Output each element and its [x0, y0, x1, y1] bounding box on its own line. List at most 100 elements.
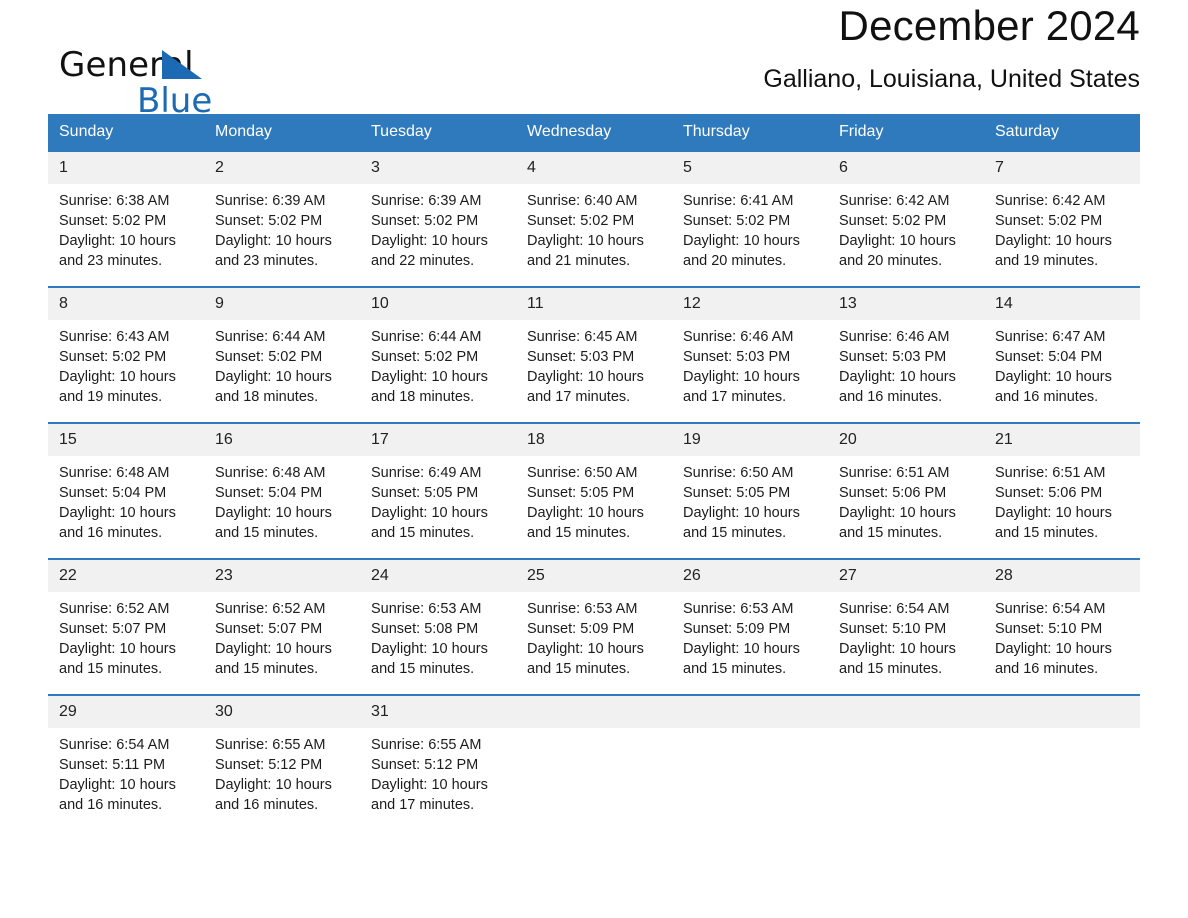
calendar-day[interactable]: 14 Sunrise: 6:47 AM Sunset: 5:04 PM Dayligh… — [984, 288, 1140, 422]
sunrise-sunset-calendar: Sunday Monday Tuesday Wednesday Thursday… — [48, 114, 1140, 815]
daylight-text-line1: Daylight: 10 hours — [371, 641, 488, 657]
day-number: 1 — [48, 152, 204, 184]
calendar-day[interactable]: 10 Sunrise: 6:44 AM Sunset: 5:02 PM Dayligh… — [360, 288, 516, 422]
calendar-day[interactable]: 1 Sunrise: 6:38 AM Sunset: 5:02 PM Daylight… — [48, 152, 204, 286]
calendar-day[interactable]: 2 Sunrise: 6:39 AM Sunset: 5:02 PM Daylight… — [204, 152, 360, 286]
daylight-text-line2: and 23 minutes. — [59, 253, 163, 269]
sunset-text: Sunset: 5:05 PM — [371, 485, 479, 501]
calendar-day[interactable]: 11 Sunrise: 6:45 AM Sunset: 5:03 PM Dayligh… — [516, 288, 672, 422]
sunrise-text: Sunrise: 6:54 AM — [839, 601, 950, 617]
daylight-text-line1: Daylight: 10 hours — [995, 233, 1112, 249]
calendar-day[interactable]: 18 Sunrise: 6:50 AM Sunset: 5:05 PM Dayligh… — [516, 424, 672, 558]
daylight-text-line1: Daylight: 10 hours — [215, 641, 332, 657]
calendar-day[interactable]: 8 Sunrise: 6:43 AM Sunset: 5:02 PM Daylight… — [48, 288, 204, 422]
day-number: 2 — [204, 152, 360, 184]
day-details: Sunrise: 6:38 AM Sunset: 5:02 PM Daylight:… — [48, 184, 204, 271]
daylight-text-line1: Daylight: 10 hours — [839, 369, 956, 385]
sunset-text: Sunset: 5:10 PM — [839, 621, 947, 637]
title-block: December 2024 Galliano, Louisiana, Unite… — [763, 0, 1140, 94]
calendar-day[interactable]: 16 Sunrise: 6:48 AM Sunset: 5:04 PM Dayligh… — [204, 424, 360, 558]
daylight-text-line2: and 19 minutes. — [995, 253, 1099, 269]
day-number: 3 — [360, 152, 516, 184]
sunrise-text: Sunrise: 6:39 AM — [215, 193, 326, 209]
sunrise-text: Sunrise: 6:43 AM — [59, 329, 170, 345]
day-number: 4 — [516, 152, 672, 184]
day-number — [672, 696, 828, 728]
sunset-text: Sunset: 5:05 PM — [683, 485, 791, 501]
calendar-day[interactable]: 5 Sunrise: 6:41 AM Sunset: 5:02 PM Daylight… — [672, 152, 828, 286]
day-details: Sunrise: 6:54 AM Sunset: 5:10 PM Daylight:… — [984, 592, 1140, 679]
sunset-text: Sunset: 5:09 PM — [683, 621, 791, 637]
day-number: 30 — [204, 696, 360, 728]
generalblue-logo[interactable]: General Blue — [59, 47, 349, 120]
calendar-day[interactable]: 23 Sunrise: 6:52 AM Sunset: 5:07 PM Dayligh… — [204, 560, 360, 694]
sunset-text: Sunset: 5:06 PM — [995, 485, 1103, 501]
daylight-text-line1: Daylight: 10 hours — [839, 233, 956, 249]
sunset-text: Sunset: 5:04 PM — [995, 349, 1103, 365]
day-number: 19 — [672, 424, 828, 456]
sunrise-text: Sunrise: 6:44 AM — [371, 329, 482, 345]
sunset-text: Sunset: 5:02 PM — [839, 213, 947, 229]
calendar-day[interactable]: 28 Sunrise: 6:54 AM Sunset: 5:10 PM Dayligh… — [984, 560, 1140, 694]
calendar-day-cell: 8 Sunrise: 6:43 AM Sunset: 5:02 PM Daylight… — [48, 286, 204, 423]
day-details: Sunrise: 6:50 AM Sunset: 5:05 PM Daylight:… — [516, 456, 672, 543]
calendar-day[interactable]: 4 Sunrise: 6:40 AM Sunset: 5:02 PM Daylight… — [516, 152, 672, 286]
day-number: 27 — [828, 560, 984, 592]
daylight-text-line1: Daylight: 10 hours — [59, 777, 176, 793]
day-details: Sunrise: 6:45 AM Sunset: 5:03 PM Daylight:… — [516, 320, 672, 407]
sunrise-text: Sunrise: 6:40 AM — [527, 193, 638, 209]
day-details: Sunrise: 6:47 AM Sunset: 5:04 PM Daylight:… — [984, 320, 1140, 407]
calendar-day[interactable]: 12 Sunrise: 6:46 AM Sunset: 5:03 PM Dayligh… — [672, 288, 828, 422]
calendar-day[interactable]: 31 Sunrise: 6:55 AM Sunset: 5:12 PM Dayligh… — [360, 696, 516, 815]
calendar-day[interactable]: 3 Sunrise: 6:39 AM Sunset: 5:02 PM Daylight… — [360, 152, 516, 286]
calendar-day[interactable]: 20 Sunrise: 6:51 AM Sunset: 5:06 PM Dayligh… — [828, 424, 984, 558]
sunset-text: Sunset: 5:04 PM — [215, 485, 323, 501]
calendar-day[interactable]: 9 Sunrise: 6:44 AM Sunset: 5:02 PM Daylight… — [204, 288, 360, 422]
day-number: 22 — [48, 560, 204, 592]
calendar-day[interactable]: 24 Sunrise: 6:53 AM Sunset: 5:08 PM Dayligh… — [360, 560, 516, 694]
daylight-text-line2: and 15 minutes. — [527, 525, 631, 541]
calendar-day[interactable]: 6 Sunrise: 6:42 AM Sunset: 5:02 PM Daylight… — [828, 152, 984, 286]
calendar-day[interactable]: 30 Sunrise: 6:55 AM Sunset: 5:12 PM Dayligh… — [204, 696, 360, 815]
sunrise-text: Sunrise: 6:52 AM — [59, 601, 170, 617]
day-details: Sunrise: 6:46 AM Sunset: 5:03 PM Daylight:… — [828, 320, 984, 407]
calendar-day[interactable]: 7 Sunrise: 6:42 AM Sunset: 5:02 PM Daylight… — [984, 152, 1140, 286]
daylight-text-line1: Daylight: 10 hours — [683, 369, 800, 385]
sunrise-text: Sunrise: 6:53 AM — [371, 601, 482, 617]
calendar-day-cell — [672, 694, 828, 815]
calendar-day-cell: 29 Sunrise: 6:54 AM Sunset: 5:11 PM Dayligh… — [48, 694, 204, 815]
calendar-day[interactable]: 26 Sunrise: 6:53 AM Sunset: 5:09 PM Dayligh… — [672, 560, 828, 694]
daylight-text-line2: and 15 minutes. — [839, 661, 943, 677]
logo-line-general: General — [59, 47, 349, 84]
calendar-day-cell: 5 Sunrise: 6:41 AM Sunset: 5:02 PM Daylight… — [672, 150, 828, 287]
daylight-text-line2: and 16 minutes. — [59, 797, 163, 813]
calendar-day-cell: 6 Sunrise: 6:42 AM Sunset: 5:02 PM Daylight… — [828, 150, 984, 287]
calendar-day[interactable]: 25 Sunrise: 6:53 AM Sunset: 5:09 PM Dayligh… — [516, 560, 672, 694]
daylight-text-line1: Daylight: 10 hours — [839, 505, 956, 521]
sunset-text: Sunset: 5:12 PM — [371, 757, 479, 773]
calendar-day-cell: 25 Sunrise: 6:53 AM Sunset: 5:09 PM Dayligh… — [516, 558, 672, 695]
calendar-day[interactable]: 21 Sunrise: 6:51 AM Sunset: 5:06 PM Dayligh… — [984, 424, 1140, 558]
calendar-day[interactable]: 27 Sunrise: 6:54 AM Sunset: 5:10 PM Dayligh… — [828, 560, 984, 694]
sunrise-text: Sunrise: 6:38 AM — [59, 193, 170, 209]
sunrise-text: Sunrise: 6:54 AM — [995, 601, 1106, 617]
sunset-text: Sunset: 5:02 PM — [215, 213, 323, 229]
day-number: 28 — [984, 560, 1140, 592]
calendar-day[interactable]: 29 Sunrise: 6:54 AM Sunset: 5:11 PM Dayligh… — [48, 696, 204, 815]
day-details: Sunrise: 6:53 AM Sunset: 5:08 PM Daylight:… — [360, 592, 516, 679]
sunrise-text: Sunrise: 6:48 AM — [215, 465, 326, 481]
sunrise-text: Sunrise: 6:50 AM — [527, 465, 638, 481]
calendar-day[interactable]: 19 Sunrise: 6:50 AM Sunset: 5:05 PM Dayligh… — [672, 424, 828, 558]
day-details: Sunrise: 6:42 AM Sunset: 5:02 PM Daylight:… — [984, 184, 1140, 271]
calendar-day[interactable]: 17 Sunrise: 6:49 AM Sunset: 5:05 PM Dayligh… — [360, 424, 516, 558]
calendar-day[interactable]: 22 Sunrise: 6:52 AM Sunset: 5:07 PM Dayligh… — [48, 560, 204, 694]
calendar-day-cell: 1 Sunrise: 6:38 AM Sunset: 5:02 PM Daylight… — [48, 150, 204, 287]
daylight-text-line2: and 15 minutes. — [59, 661, 163, 677]
day-details: Sunrise: 6:55 AM Sunset: 5:12 PM Daylight:… — [204, 728, 360, 815]
calendar-day-cell: 7 Sunrise: 6:42 AM Sunset: 5:02 PM Daylight… — [984, 150, 1140, 287]
calendar-day-cell: 30 Sunrise: 6:55 AM Sunset: 5:12 PM Dayligh… — [204, 694, 360, 815]
calendar-week-row: 29 Sunrise: 6:54 AM Sunset: 5:11 PM Dayligh… — [48, 694, 1140, 815]
sunrise-text: Sunrise: 6:55 AM — [371, 737, 482, 753]
calendar-day[interactable]: 13 Sunrise: 6:46 AM Sunset: 5:03 PM Dayligh… — [828, 288, 984, 422]
calendar-day[interactable]: 15 Sunrise: 6:48 AM Sunset: 5:04 PM Dayligh… — [48, 424, 204, 558]
